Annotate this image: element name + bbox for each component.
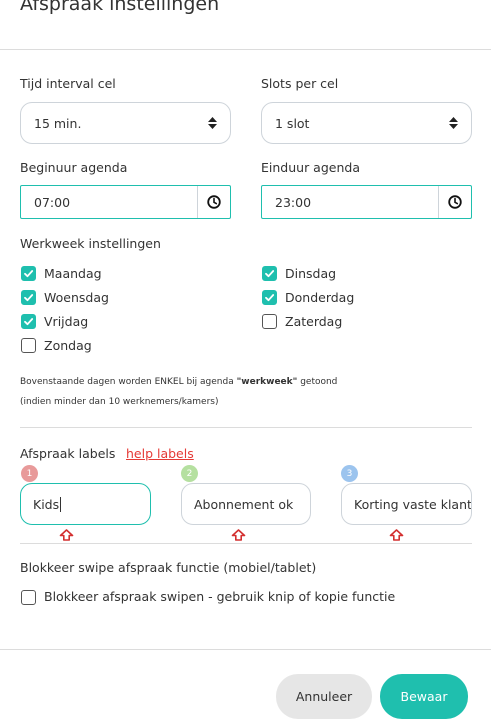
check-icon [24, 270, 34, 278]
label-input-3-value: Korting vaste klant [354, 496, 472, 512]
labels-title: Afspraak labels [20, 446, 116, 461]
day-label-woensdag: Woensdag [44, 290, 109, 305]
workweek-note-2: (indien minder dan 10 werknemers/kamers) [20, 397, 219, 407]
block-swipe-label: Blokkeer afspraak swipen - gebruik knip … [44, 589, 396, 604]
header-divider [0, 49, 491, 50]
text-cursor [60, 496, 62, 512]
day-label-maandag: Maandag [44, 266, 102, 281]
day-label-dinsdag: Dinsdag [285, 266, 337, 281]
day-label-zaterdag: Zaterdag [285, 314, 343, 329]
checkbox-vrijdag[interactable] [21, 314, 36, 329]
footer-divider [0, 649, 491, 650]
label-badge-1: 1 [21, 465, 38, 482]
select-caret-icon [208, 117, 217, 129]
label-input-1-value: Kids [33, 496, 60, 512]
check-icon [24, 294, 34, 302]
checkbox-zondag[interactable] [21, 338, 36, 353]
check-icon [265, 294, 275, 302]
begin-clock-button[interactable] [197, 186, 230, 218]
end-label: Einduur agenda [261, 160, 360, 175]
checkbox-zaterdag[interactable] [262, 314, 277, 329]
end-time-value: 23:00 [275, 194, 312, 210]
checkbox-block-swipe[interactable] [21, 590, 36, 605]
checkbox-dinsdag[interactable] [262, 266, 277, 281]
swipe-title: Blokkeer swipe afspraak functie (mobiel/… [20, 560, 317, 575]
modal-title: Afspraak instellingen [20, 0, 220, 15]
section-divider [20, 543, 472, 544]
interval-value: 15 min. [34, 115, 82, 131]
label-input-2[interactable]: Abonnement ok [181, 483, 311, 525]
day-label-donderdag: Donderdag [285, 290, 355, 305]
section-divider [20, 427, 472, 428]
label-input-3[interactable]: Korting vaste klant [341, 483, 472, 525]
interval-label: Tijd interval cel [20, 76, 116, 91]
slots-label: Slots per cel [261, 76, 339, 91]
end-clock-button[interactable] [438, 186, 471, 218]
check-icon [265, 270, 275, 278]
up-arrow-icon [389, 529, 404, 541]
slots-value: 1 slot [275, 115, 310, 131]
label-input-1[interactable]: Kids [20, 483, 151, 525]
workweek-note: Bovenstaande dagen worden ENKEL bij agen… [20, 377, 338, 387]
checkbox-donderdag[interactable] [262, 290, 277, 305]
begin-time-value: 07:00 [34, 194, 71, 210]
checkbox-woensdag[interactable] [21, 290, 36, 305]
checkbox-maandag[interactable] [21, 266, 36, 281]
begin-label: Beginuur agenda [20, 160, 128, 175]
begin-time-input[interactable]: 07:00 [20, 185, 231, 219]
up-arrow-icon [231, 529, 246, 541]
clock-icon [448, 195, 462, 209]
select-caret-icon [449, 117, 458, 129]
label-input-2-value: Abonnement ok [194, 496, 294, 512]
check-icon [24, 318, 34, 326]
day-label-zondag: Zondag [44, 338, 92, 353]
save-button[interactable]: Bewaar [380, 674, 468, 719]
label-badge-3: 3 [341, 465, 358, 482]
label-badge-2: 2 [181, 465, 198, 482]
interval-select[interactable]: 15 min. [20, 102, 231, 144]
end-time-input[interactable]: 23:00 [261, 185, 472, 219]
help-labels-link[interactable]: help labels [126, 446, 194, 461]
clock-icon [207, 195, 221, 209]
day-label-vrijdag: Vrijdag [44, 314, 89, 329]
up-arrow-icon [59, 529, 74, 541]
workweek-label: Werkweek instellingen [20, 236, 161, 251]
cancel-button[interactable]: Annuleer [276, 674, 372, 719]
slots-select[interactable]: 1 slot [261, 102, 472, 144]
